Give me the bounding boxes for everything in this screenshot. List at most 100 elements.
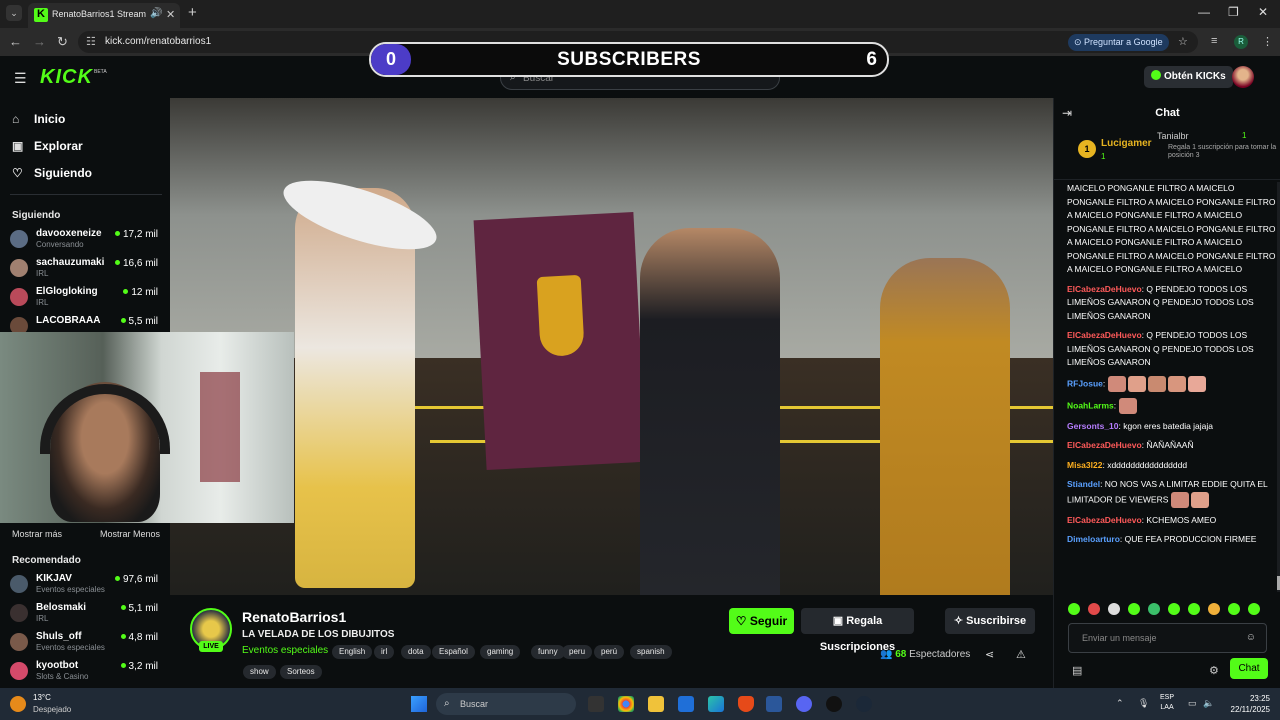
obs-icon[interactable] bbox=[826, 696, 842, 712]
file-explorer-icon[interactable] bbox=[648, 696, 664, 712]
ms-store-icon[interactable] bbox=[678, 696, 694, 712]
follow-button[interactable]: ♡ Seguir bbox=[729, 608, 794, 634]
stream-category[interactable]: Eventos especiales bbox=[242, 645, 328, 656]
share-icon[interactable]: ⋖ bbox=[985, 648, 994, 661]
user-avatar[interactable] bbox=[1232, 66, 1254, 88]
recommended-channel[interactable]: Belosmaki IRL 5,1 mil bbox=[10, 601, 162, 627]
tag-chip[interactable]: dota bbox=[401, 645, 431, 659]
following-channel[interactable]: davooxeneize Conversando 17,2 mil bbox=[10, 227, 162, 253]
emoji-picker-icon[interactable]: ☺ bbox=[1246, 632, 1256, 643]
bookmark-star-icon[interactable]: ☆ bbox=[1178, 35, 1188, 48]
taskbar-search[interactable]: ⌕ Buscar bbox=[436, 693, 576, 715]
top-gifter-name[interactable]: Lucigamer bbox=[1101, 138, 1152, 149]
microphone-icon[interactable]: 🎙 bbox=[1138, 698, 1149, 709]
tab-list-button[interactable]: ⌄ bbox=[6, 5, 22, 21]
channel-name[interactable]: RenatoBarrios1 bbox=[242, 609, 346, 625]
tag-chip[interactable]: Sorteos bbox=[280, 665, 322, 679]
tag-chip[interactable]: gaming bbox=[480, 645, 521, 659]
quick-emote-icon[interactable] bbox=[1168, 603, 1180, 615]
discord-icon[interactable] bbox=[796, 696, 812, 712]
chat-username[interactable]: Gersonts_10 bbox=[1067, 421, 1119, 431]
edge-icon[interactable] bbox=[708, 696, 724, 712]
kick-logo[interactable]: KICK bbox=[40, 66, 93, 89]
back-button[interactable]: ← bbox=[9, 34, 22, 49]
browser-tab[interactable]: RenatoBarrios1 Stream - W 🔊 ✕ bbox=[28, 3, 180, 28]
tray-chevron-icon[interactable]: ⌃ bbox=[1116, 698, 1124, 709]
report-icon[interactable]: ⚠ bbox=[1016, 648, 1026, 661]
quick-emote-icon[interactable] bbox=[1108, 603, 1120, 615]
video-player[interactable] bbox=[170, 98, 1053, 595]
audio-playing-icon[interactable]: 🔊 bbox=[150, 8, 162, 19]
brave-icon[interactable] bbox=[738, 696, 754, 712]
quick-emote-icon[interactable] bbox=[1068, 603, 1080, 615]
chat-username[interactable]: ElCabezaDeHuevo bbox=[1067, 330, 1142, 340]
chat-username[interactable]: ElCabezaDeHuevo bbox=[1067, 515, 1142, 525]
close-window-button[interactable]: ✕ bbox=[1258, 5, 1268, 19]
minimize-button[interactable]: — bbox=[1198, 5, 1210, 19]
tag-chip[interactable]: funny bbox=[531, 645, 565, 659]
forward-button[interactable]: → bbox=[33, 34, 46, 49]
network-icon[interactable]: ▭ bbox=[1188, 698, 1197, 709]
menu-icon[interactable]: ☰ bbox=[14, 70, 27, 87]
chat-username[interactable]: Stiandel bbox=[1067, 479, 1100, 489]
task-view-icon[interactable] bbox=[588, 696, 604, 712]
send-chat-button[interactable]: Chat bbox=[1230, 658, 1268, 679]
get-kicks-button[interactable]: Obtén KICKs bbox=[1144, 66, 1233, 88]
site-info-icon[interactable]: ☷ bbox=[86, 35, 96, 48]
tag-chip[interactable]: Español bbox=[432, 645, 475, 659]
chat-username[interactable]: ElCabezaDeHuevo bbox=[1067, 440, 1142, 450]
show-more-link[interactable]: Mostrar más bbox=[12, 529, 62, 539]
sidebar-item-inicio[interactable]: ⌂ Inicio bbox=[12, 112, 65, 126]
ask-google-button[interactable]: ⊙ Preguntar a Google bbox=[1068, 34, 1169, 51]
quick-emote-icon[interactable] bbox=[1248, 603, 1260, 615]
volume-icon[interactable]: 🔈 bbox=[1203, 698, 1214, 709]
restore-button[interactable]: ❐ bbox=[1228, 5, 1239, 19]
quick-emote-icon[interactable] bbox=[1128, 603, 1140, 615]
gift-subs-button[interactable]: ▣ Regala Suscripciones bbox=[801, 608, 914, 653]
emote-icon bbox=[1147, 375, 1166, 392]
chat-username[interactable]: Misa3l22 bbox=[1067, 460, 1102, 470]
chat-message-input[interactable]: Enviar un mensaje ☺ bbox=[1068, 623, 1267, 653]
chat-username[interactable]: Dimeloarturo bbox=[1067, 534, 1120, 544]
windows-start-icon[interactable] bbox=[411, 696, 427, 712]
tag-chip[interactable]: show bbox=[243, 665, 276, 679]
quick-emote-icon[interactable] bbox=[1088, 603, 1100, 615]
reload-button[interactable]: ↻ bbox=[57, 34, 68, 50]
tag-chip[interactable]: spanish bbox=[630, 645, 672, 659]
sidebar-item-siguiendo[interactable]: ♡ Siguiendo bbox=[12, 166, 92, 180]
quick-emote-icon[interactable] bbox=[1228, 603, 1240, 615]
chrome-icon[interactable] bbox=[618, 696, 634, 712]
word-icon[interactable] bbox=[766, 696, 782, 712]
recommended-channel[interactable]: KIKJAV Eventos especiales 97,6 mil bbox=[10, 572, 162, 598]
sidebar-item-explorar[interactable]: ▣ Explorar bbox=[12, 139, 83, 153]
profile-avatar[interactable]: R bbox=[1234, 35, 1248, 49]
show-less-link[interactable]: Mostrar Menos bbox=[100, 529, 160, 539]
chat-username[interactable]: ElCabezaDeHuevo bbox=[1067, 284, 1142, 294]
steam-icon[interactable] bbox=[856, 696, 872, 712]
chat-username[interactable]: RFJosue bbox=[1067, 378, 1103, 388]
quick-emote-icon[interactable] bbox=[1148, 603, 1160, 615]
subscribe-button[interactable]: ✧ Suscribirse bbox=[945, 608, 1035, 634]
store-icon[interactable]: ▤ bbox=[1072, 664, 1082, 677]
tag-chip[interactable]: irl bbox=[374, 645, 395, 659]
following-channel[interactable]: sachauzumaki IRL 16,6 mil bbox=[10, 256, 162, 282]
following-channel[interactable]: ElGlogloking IRL 12 mil bbox=[10, 285, 162, 311]
recommended-channel[interactable]: kyootbot Slots & Casino 3,2 mil bbox=[10, 659, 162, 685]
recommended-channel[interactable]: Shuls_off Eventos especiales 4,8 mil bbox=[10, 630, 162, 656]
tag-chip[interactable]: English bbox=[332, 645, 373, 659]
second-gifter-name[interactable]: Tanialbr bbox=[1157, 131, 1189, 141]
quick-emote-icon[interactable] bbox=[1188, 603, 1200, 615]
tag-chip[interactable]: peru bbox=[562, 645, 593, 659]
chrome-menu-icon[interactable]: ⋮ bbox=[1262, 35, 1273, 48]
chat-settings-icon[interactable]: ⚙ bbox=[1209, 664, 1219, 677]
sidebar-item-label: Siguiendo bbox=[34, 166, 92, 180]
weather-icon[interactable] bbox=[10, 696, 26, 712]
tag-chip[interactable]: perú bbox=[594, 645, 625, 659]
quick-emote-icon[interactable] bbox=[1208, 603, 1220, 615]
new-tab-button[interactable]: + bbox=[188, 4, 197, 21]
tab-close-icon[interactable]: ✕ bbox=[166, 8, 175, 21]
language-indicator[interactable]: ESP LAA bbox=[1160, 693, 1174, 713]
system-clock[interactable]: 23:25 22/11/2025 bbox=[1224, 693, 1270, 715]
reading-list-icon[interactable]: ≡ bbox=[1211, 35, 1217, 47]
chat-username[interactable]: NoahLarms bbox=[1067, 400, 1114, 410]
